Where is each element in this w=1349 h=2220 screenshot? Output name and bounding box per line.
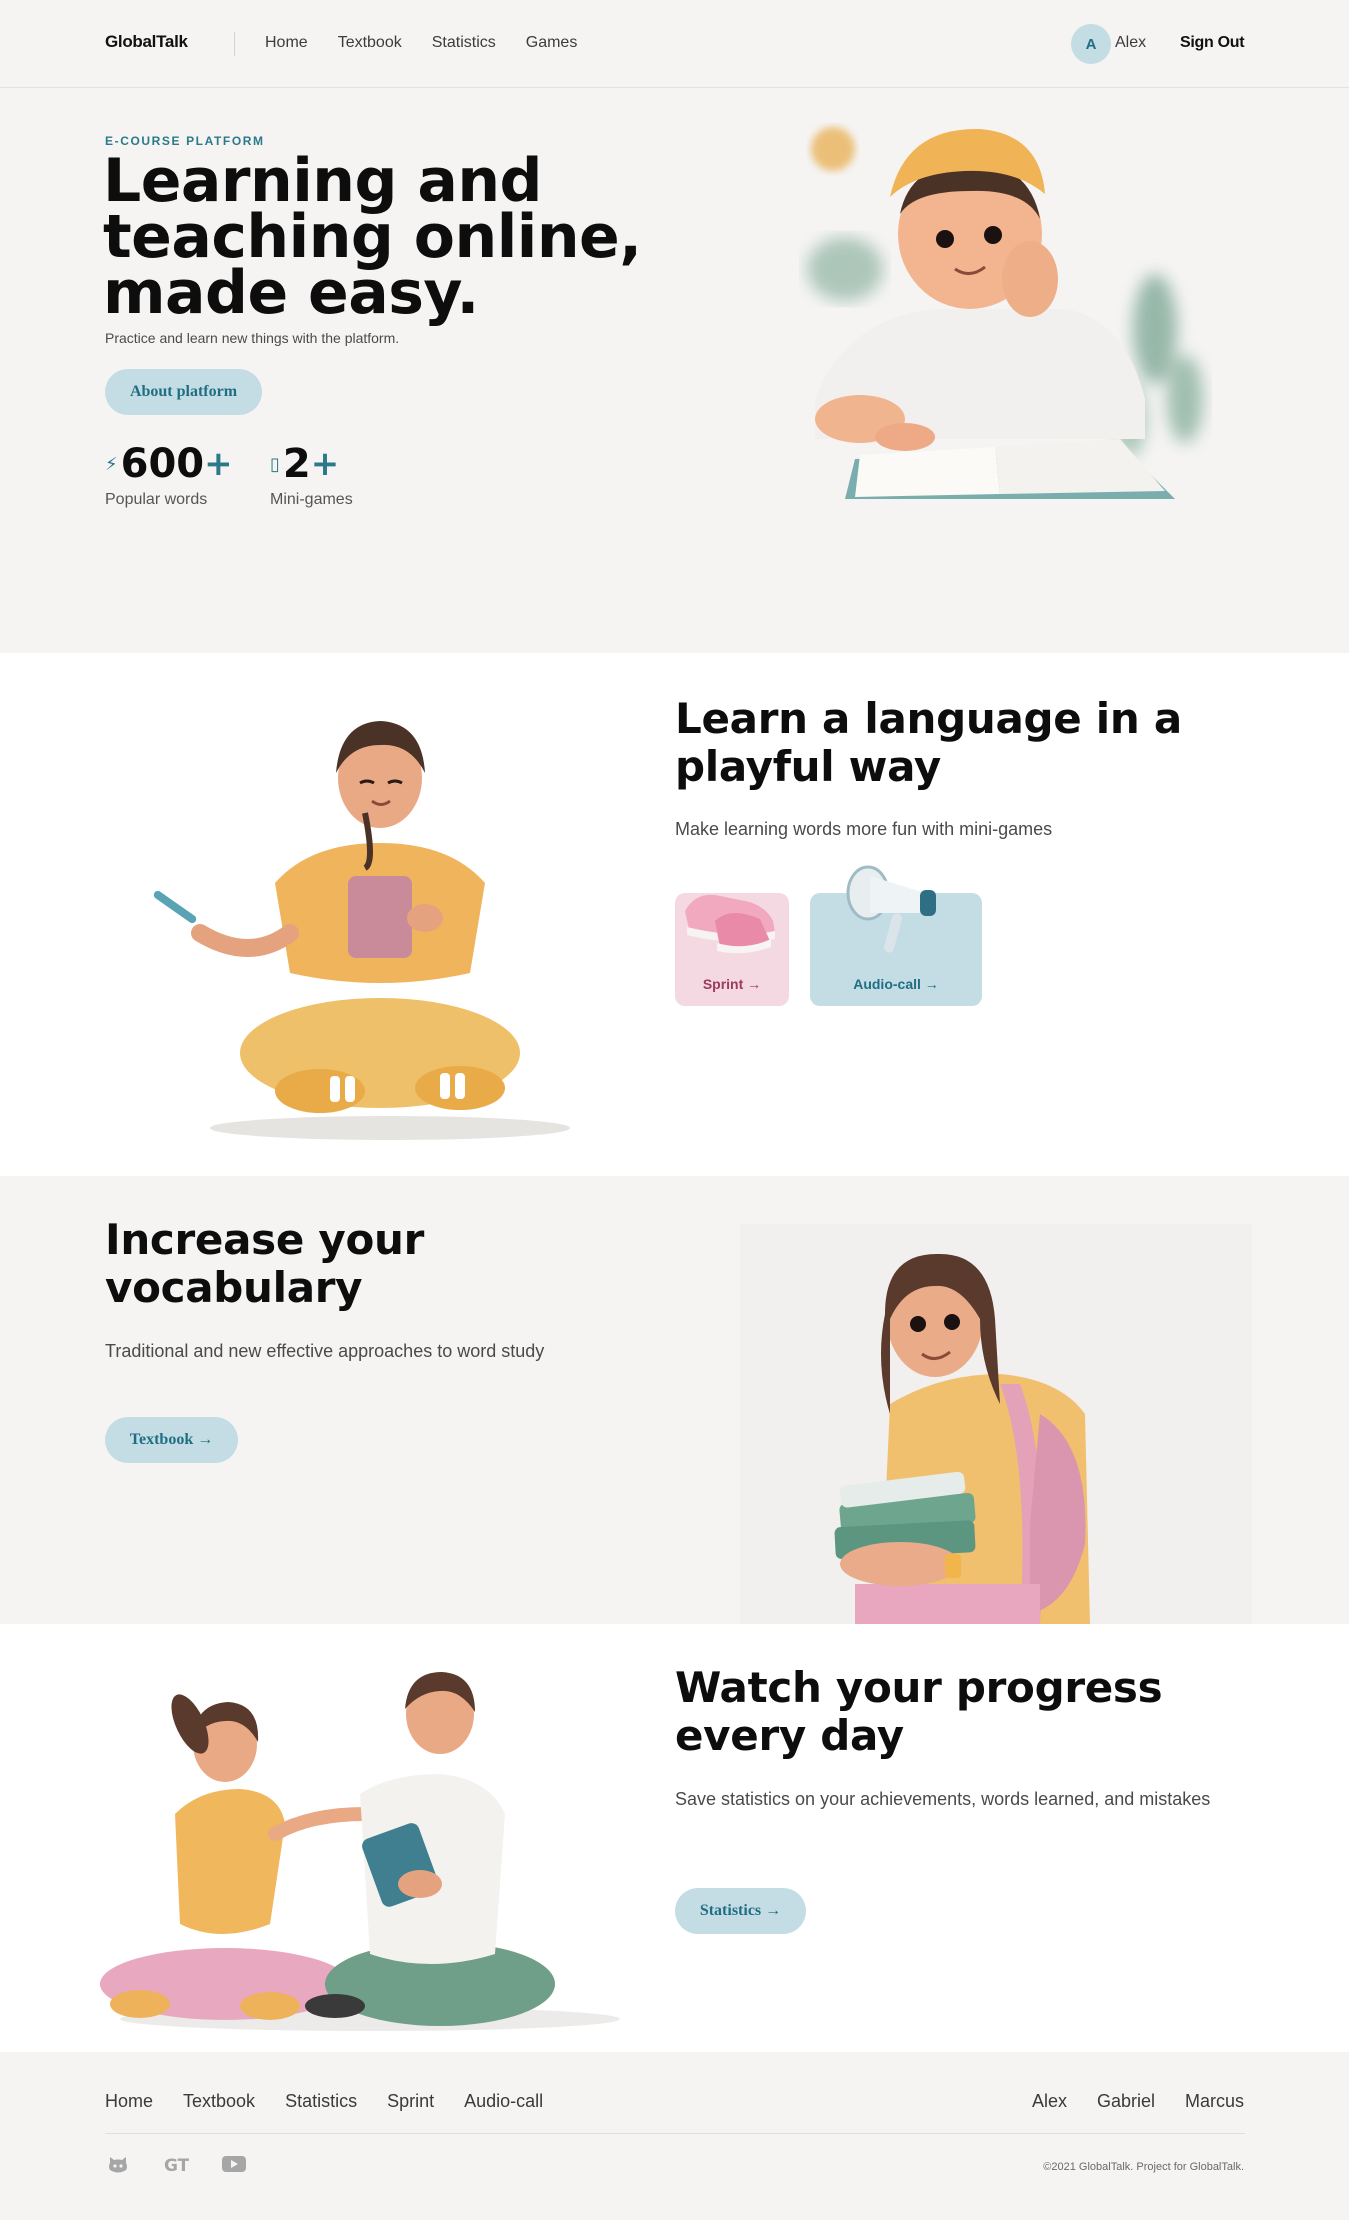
stat-games-suffix: + [310,444,340,484]
games-section: Learn a language in a playful way Make l… [0,653,1349,1176]
hero-subtitle: Practice and learn new things with the p… [105,330,400,346]
stat-games-value: 2 [282,441,311,487]
main-nav: Home Textbook Statistics Games [265,34,577,52]
nav-home[interactable]: Home [265,34,308,52]
about-platform-button[interactable]: About platform [105,369,262,415]
progress-section: Watch your progress every day Save stati… [0,1624,1349,2052]
author-link[interactable]: Gabriel [1097,2091,1155,2112]
footer-divider [105,2133,1245,2134]
hero-section: E-COURSE PLATFORM Learning and teaching … [0,89,1349,653]
user-name[interactable]: Alex [1115,34,1146,52]
stat-words-label: Popular words [105,491,208,508]
logo[interactable]: GlobalTalk [105,32,188,52]
vocabulary-section: Increase your vocabulary Traditional and… [0,1176,1349,1624]
stat-games: ▯ 2 + Mini-games [270,441,353,509]
girl-with-tablet-illustration [153,721,570,1140]
nav-statistics[interactable]: Statistics [432,34,496,52]
site-footer: Home Textbook Statistics Sprint Audio-ca… [0,2052,1349,2220]
vocabulary-title: Increase your vocabulary [105,1215,425,1312]
footer-nav-audio-call[interactable]: Audio-call [464,2091,543,2112]
site-header: GlobalTalk Home Textbook Statistics Game… [0,0,1349,88]
nav-textbook[interactable]: Textbook [338,34,402,52]
stat-games-label: Mini-games [270,491,353,508]
sneaker-icon [685,894,775,954]
avatar[interactable]: A [1071,24,1111,64]
svg-text:GT: GT [164,2156,189,2175]
footer-nav-textbook[interactable]: Textbook [183,2091,255,2112]
footer-nav-home[interactable]: Home [105,2091,153,2112]
author-link[interactable]: Marcus [1185,2091,1244,2112]
progress-title: Watch your progress every day [675,1663,1163,1760]
nav-divider [234,32,235,56]
games-title: Learn a language in a playful way [675,694,1182,791]
author-link[interactable]: Alex [1032,2091,1067,2112]
stat-words-value: 600 [120,441,205,487]
footer-nav-statistics[interactable]: Statistics [285,2091,357,2112]
footer-nav-sprint[interactable]: Sprint [387,2091,434,2112]
statistics-button[interactable]: Statistics → [675,1888,806,1934]
stat-words-suffix: + [204,444,233,484]
textbook-button[interactable]: Textbook → [105,1417,238,1463]
girl-with-books-illustration [740,1224,1252,1624]
youtube-icon[interactable] [221,2153,247,2175]
hero-title: Learning and teaching online, made easy. [103,146,642,328]
audio-call-card-label: Audio-call → [853,976,939,992]
megaphone-icon [846,865,936,953]
games-subtitle: Make learning words more fun with mini-g… [675,819,1053,839]
stat-words: ⚡ 600 + Popular words [105,441,233,509]
sprint-card-label: Sprint → [702,976,762,992]
lightning-icon: ⚡ [105,453,118,475]
gt-logo-icon[interactable]: GT [163,2153,189,2175]
two-students-illustration [100,1672,620,2031]
copyright: ©2021 GlobalTalk. Project for GlobalTalk… [1043,2161,1244,2173]
sprint-card[interactable]: Sprint → [675,893,789,1006]
boy-reading-illustration [807,127,1203,499]
footer-authors: Alex Gabriel Marcus [1032,2091,1244,2112]
footer-social: GT [105,2153,247,2175]
github-icon[interactable] [105,2153,131,2175]
gamepad-icon: ▯ [270,453,280,475]
vocabulary-subtitle: Traditional and new effective approaches… [105,1341,545,1361]
footer-nav: Home Textbook Statistics Sprint Audio-ca… [105,2091,543,2112]
nav-games[interactable]: Games [526,34,578,52]
audio-call-card[interactable]: Audio-call → [810,865,982,1006]
sign-out-button[interactable]: Sign Out [1180,34,1245,52]
progress-subtitle: Save statistics on your achievements, wo… [675,1789,1211,1809]
